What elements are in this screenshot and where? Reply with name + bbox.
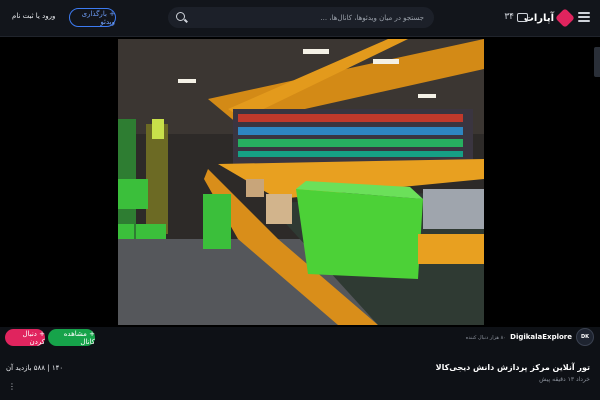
video-meta: خرداد ۱۳ دقیقه پیش (539, 376, 590, 383)
video-player[interactable] (0, 37, 600, 327)
search-input[interactable] (204, 11, 424, 24)
warehouse-scene-image (118, 39, 484, 325)
channel-name[interactable]: DigikalaExplore (510, 333, 572, 341)
video-title: تور آنلاین مرکز پردازش دانش دیجی‌کالا (435, 363, 590, 372)
video-frame[interactable] (118, 39, 484, 325)
channel-followers: ۸۰ هزار دنبال کننده (465, 335, 506, 341)
video-stats: ۱۴۰ | ۵۸۸ بازدید آن (6, 364, 63, 372)
channel-avatar[interactable]: DK (576, 328, 594, 346)
logo[interactable]: آپارات (523, 8, 575, 28)
follow-button[interactable]: + دنبال کردن (5, 329, 45, 346)
video-stats-suffix: آن (6, 364, 14, 372)
view-channel-button[interactable]: + مشاهده کانال (48, 329, 95, 346)
video-stats-values: ۱۴۰ | ۵۸۸ بازدید (15, 364, 64, 372)
side-panel-handle[interactable] (594, 47, 600, 77)
search-icon[interactable] (176, 12, 185, 21)
notifications-count: ۳۴ (504, 12, 514, 22)
login-link[interactable]: ورود یا ثبت نام (12, 12, 55, 20)
notification-icon (517, 12, 528, 22)
notifications-button[interactable]: ۳۴ (504, 12, 528, 22)
more-options-icon[interactable]: ⋮ (8, 382, 16, 391)
top-bar: آپارات ۳۴ + بارگذاری ویدئو ورود یا ثبت ن… (0, 0, 600, 37)
upload-video-button[interactable]: + بارگذاری ویدئو (69, 8, 116, 27)
search-bar (168, 7, 434, 28)
logo-text: آپارات (523, 12, 554, 24)
logo-mark-icon (555, 8, 575, 28)
menu-icon[interactable] (578, 12, 590, 22)
video-info-bar: + دنبال کردن + مشاهده کانال DK DigikalaE… (0, 327, 600, 400)
